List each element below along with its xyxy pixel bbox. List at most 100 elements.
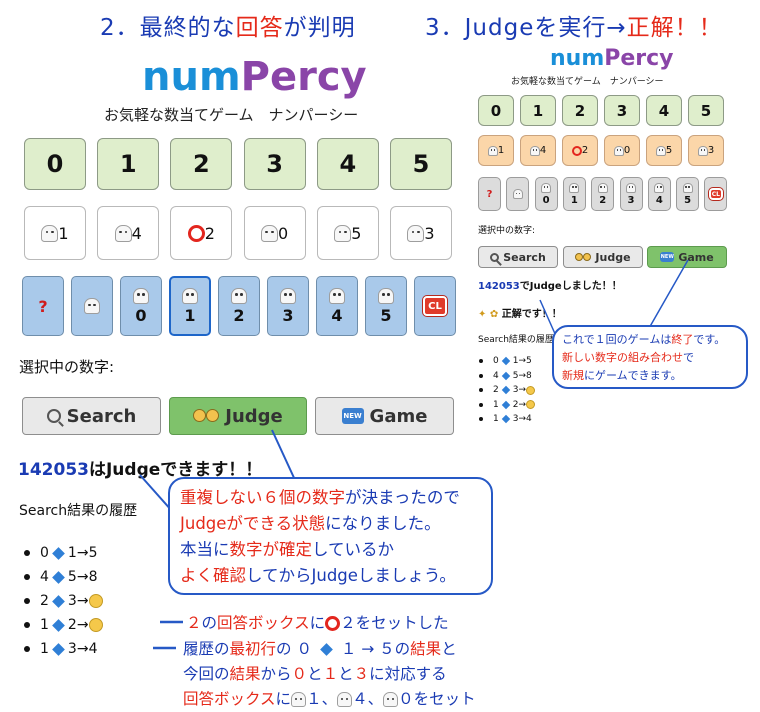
small-answer-box-6[interactable]: 3 <box>688 135 724 166</box>
ghost-icon <box>182 287 198 304</box>
small-answer-box-1[interactable]: 1 <box>478 135 514 166</box>
selector-label: 0 <box>135 305 147 325</box>
history-a: 4 <box>40 569 49 585</box>
note-text: してからJudgeしましょう。 <box>246 566 456 585</box>
search-button-small[interactable]: Search <box>478 246 558 268</box>
new-game-button-small[interactable]: NEW Game <box>647 246 727 268</box>
history-result: 5 <box>88 545 98 561</box>
history-b: 3 <box>67 641 77 657</box>
note-text: に対応する <box>369 665 447 683</box>
magnifier-icon <box>46 409 61 423</box>
diamond-icon <box>52 642 65 656</box>
selector-ghost-1[interactable]: 1 <box>169 276 211 336</box>
number-button-3[interactable]: 3 <box>243 138 306 190</box>
diamond-icon <box>501 415 510 424</box>
answer-box-2[interactable]: 4 <box>97 206 160 260</box>
selected-number-label: 選択中の数字: <box>19 358 115 376</box>
answer-box-4[interactable]: 0 <box>243 206 306 260</box>
judge-status-small: 142053でJudgeしました！！ <box>478 281 622 292</box>
answer-value: 0 <box>278 223 289 243</box>
note-text: 新しい数字の組み合わせ <box>562 351 683 364</box>
answer-box-6[interactable]: 3 <box>390 206 452 260</box>
small-selector-clear[interactable]: CL <box>704 177 728 211</box>
connector-right <box>647 259 689 331</box>
selector-ghost-2[interactable]: 2 <box>218 276 260 336</box>
selector-label: 3 <box>282 305 294 325</box>
small-answer-box-3[interactable]: 2 <box>562 135 598 166</box>
selector-clear[interactable]: CL <box>414 276 456 336</box>
ghost-icon <box>280 287 296 304</box>
ghost-icon <box>613 145 624 156</box>
answer-box-1[interactable]: 1 <box>24 206 86 260</box>
small-selector-ghost-2[interactable]: 2 <box>591 177 615 211</box>
app-logo: numPercy <box>142 54 367 100</box>
answer-box-5[interactable]: 5 <box>316 206 379 260</box>
ghost-icon <box>654 182 665 193</box>
small-number-button-5[interactable]: 5 <box>688 95 724 126</box>
history-b: 5 <box>67 569 77 585</box>
small-selector-ghost-3[interactable]: 3 <box>619 177 643 211</box>
small-answer-box-4[interactable]: 0 <box>604 135 640 166</box>
small-number-button-2[interactable]: 2 <box>562 95 598 126</box>
number-button-4[interactable]: 4 <box>316 138 379 190</box>
selector-label: 5 <box>684 194 692 206</box>
answer-value: 3 <box>424 223 435 243</box>
small-selector-ghost-0[interactable]: 0 <box>534 177 558 211</box>
history-a: 1 <box>493 414 499 425</box>
note-history-first: 履歴の最初行の ０ １ → ５の結果と <box>183 637 457 659</box>
selector-ghost-5[interactable]: 5 <box>365 276 407 336</box>
history-item: 01 → 5 <box>478 354 535 369</box>
selector-ghost-3[interactable]: 3 <box>267 276 309 336</box>
small-selector-ghost-4[interactable]: 4 <box>647 177 671 211</box>
small-answer-box-5[interactable]: 5 <box>646 135 682 166</box>
small-number-button-3[interactable]: 3 <box>604 95 640 126</box>
new-game-button[interactable]: NEW Game <box>315 397 454 435</box>
callout-game-over: これで１回のゲームは終了です。 新しい数字の組み合わせで 新規にゲームできます。 <box>552 325 748 389</box>
ghost-icon <box>541 182 552 193</box>
small-answer-box-2[interactable]: 4 <box>520 135 556 166</box>
note-text: と <box>338 665 354 683</box>
note-text: に <box>309 614 326 632</box>
selector-ghost-blank[interactable] <box>71 276 113 336</box>
judge-button-small[interactable]: Judge <box>563 246 643 268</box>
selector-ghost-0[interactable]: 0 <box>120 276 162 336</box>
small-number-button-1[interactable]: 1 <box>520 95 556 126</box>
number-button-1[interactable]: 1 <box>97 138 160 190</box>
callout-line: 本当に数字が確定しているか <box>180 537 481 563</box>
history-result: 8 <box>88 569 98 585</box>
number-button-2[interactable]: 2 <box>170 138 233 190</box>
small-selector-ghost-1[interactable]: 1 <box>562 177 586 211</box>
new-icon: NEW <box>341 408 364 424</box>
selector-question[interactable]: ? <box>22 276 64 336</box>
arrow-icon: → <box>518 399 527 410</box>
number-button-0[interactable]: 0 <box>24 138 86 190</box>
history-a: 1 <box>493 399 499 410</box>
note-text: です。 <box>693 333 726 346</box>
small-number-button-0[interactable]: 0 <box>478 95 514 126</box>
callout-line: 重複しない６個の数字が決まったので <box>180 485 481 511</box>
note-text: ２ <box>186 614 202 632</box>
selector-label: 4 <box>331 305 343 325</box>
selector-label: 1 <box>570 194 578 206</box>
ghost-icon <box>378 287 394 304</box>
note-answer-box: ２の回答ボックスに ２をセットした <box>186 611 449 633</box>
history-item: 4 5 → 8 <box>24 565 103 589</box>
answer-box-3[interactable]: 2 <box>170 206 233 260</box>
selector-label: 5 <box>380 305 392 325</box>
small-selector-question[interactable]: ? <box>478 177 501 211</box>
diamond-icon <box>52 594 65 608</box>
selector-ghost-4[interactable]: 4 <box>316 276 358 336</box>
note-text: 重複しない６個の数字 <box>180 488 345 507</box>
ghost-icon <box>334 224 352 242</box>
arrow-icon: → <box>518 356 527 367</box>
ghost-icon <box>626 182 636 193</box>
search-button[interactable]: Search <box>22 397 161 435</box>
small-selector-ghost-blank[interactable] <box>506 177 530 211</box>
sleepy-face-icon <box>88 594 103 608</box>
number-button-5[interactable]: 5 <box>390 138 452 190</box>
judge-button[interactable]: Judge <box>169 397 307 435</box>
arrow-icon: → <box>76 545 89 561</box>
small-selector-ghost-5[interactable]: 5 <box>676 177 700 211</box>
diamond-icon <box>52 546 65 560</box>
small-number-button-4[interactable]: 4 <box>646 95 682 126</box>
